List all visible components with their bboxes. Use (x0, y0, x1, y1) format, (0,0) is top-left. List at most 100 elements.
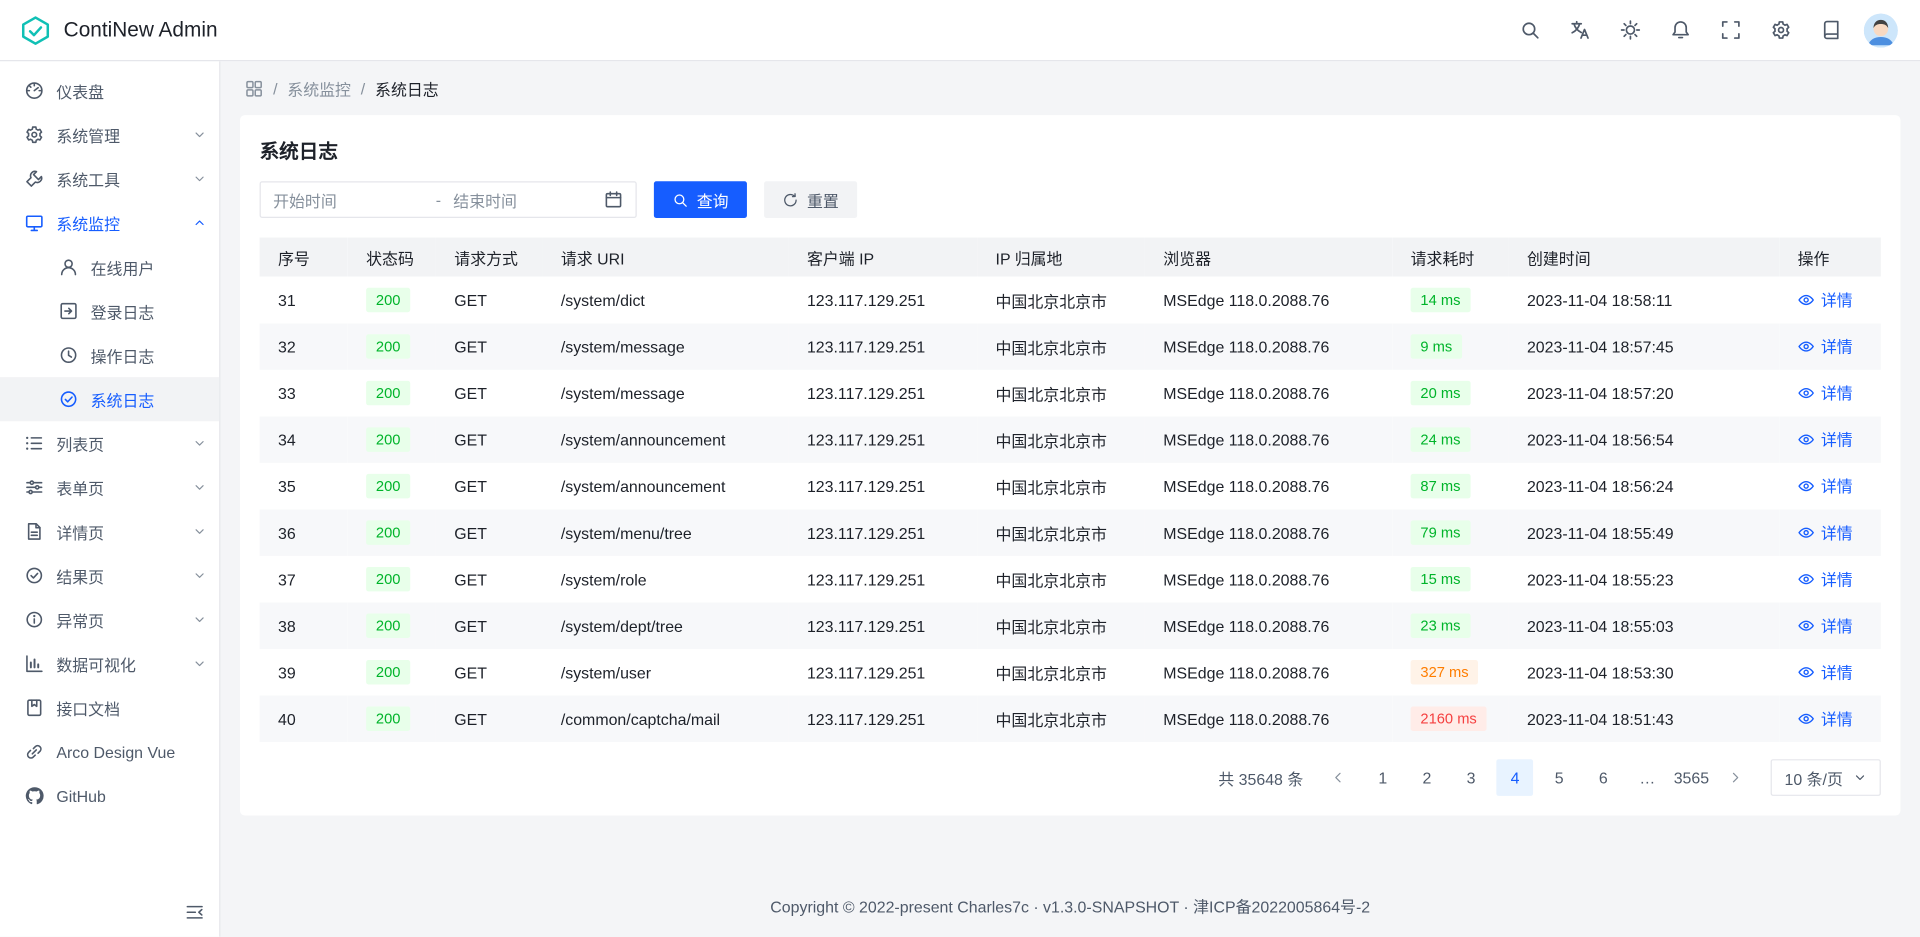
sidebar-item-list[interactable]: 列表页 (0, 421, 219, 465)
reset-button[interactable]: 重置 (764, 181, 857, 218)
sidebar-item-github[interactable]: GitHub (0, 774, 219, 818)
eye-icon (1798, 617, 1815, 634)
cell-method: GET (436, 602, 543, 649)
chevron-down-icon (192, 436, 207, 451)
cell-method: GET (436, 416, 543, 463)
sidebar-item-label: 接口文档 (56, 696, 120, 719)
sidebar-item-label: 在线用户 (91, 255, 155, 278)
sidebar-item-audit[interactable]: 系统日志 (0, 377, 219, 421)
cell-method: GET (436, 649, 543, 696)
detail-link[interactable]: 详情 (1798, 660, 1853, 683)
status-code-badge: 200 (366, 288, 410, 312)
tool-icon (24, 169, 44, 189)
translate-button[interactable] (1560, 10, 1599, 49)
detail-link[interactable]: 详情 (1798, 428, 1853, 451)
search-icon (672, 192, 688, 208)
sidebar-item-form[interactable]: 表单页 (0, 465, 219, 509)
chevron-down-icon (192, 480, 207, 495)
search-button[interactable]: 查询 (654, 181, 747, 218)
sidebar-item-gear[interactable]: 系统管理 (0, 113, 219, 157)
sidebar-item-user[interactable]: 在线用户 (0, 245, 219, 289)
chevron-down-icon (192, 612, 207, 627)
sidebar-item-dashboard[interactable]: 仪表盘 (0, 69, 219, 113)
cell-index: 37 (260, 556, 348, 603)
cell-browser: MSEdge 118.0.2088.76 (1145, 509, 1392, 556)
cell-client-ip: 123.117.129.251 (789, 323, 978, 370)
page-button[interactable]: 1 (1364, 759, 1401, 796)
column-header: 序号 (260, 238, 348, 277)
chart-icon (24, 654, 44, 674)
sidebar-item-doc[interactable]: 接口文档 (0, 686, 219, 730)
sidebar-item-chart[interactable]: 数据可视化 (0, 642, 219, 686)
cell-browser: MSEdge 118.0.2088.76 (1145, 277, 1392, 324)
detail-link[interactable]: 详情 (1798, 707, 1853, 730)
eye-icon (1798, 431, 1815, 448)
page-button[interactable]: 3565 (1673, 759, 1710, 796)
cell-uri: /system/announcement (542, 463, 788, 510)
page-size-select[interactable]: 10 条/页 (1771, 759, 1881, 796)
detail-link[interactable]: 详情 (1798, 381, 1853, 404)
sidebar-item-tool[interactable]: 系统工具 (0, 157, 219, 201)
copyright-text: Copyright © 2022-present Charles7c · v1.… (770, 898, 1370, 916)
page-button[interactable]: 3 (1453, 759, 1490, 796)
sidebar-item-label: 系统工具 (56, 167, 120, 190)
breadcrumb-item[interactable]: 系统监控 (287, 77, 351, 100)
range-separator: - (423, 190, 453, 208)
cell-uri: /system/dict (542, 277, 788, 324)
search-button[interactable] (1510, 10, 1549, 49)
gear-button[interactable] (1761, 10, 1800, 49)
page-button[interactable]: 2 (1409, 759, 1446, 796)
column-header: 请求耗时 (1392, 238, 1508, 277)
elapsed-time-badge: 20 ms (1411, 381, 1471, 405)
detail-link[interactable]: 详情 (1798, 567, 1853, 590)
cell-index: 35 (260, 463, 348, 510)
gear-icon (1770, 20, 1791, 41)
elapsed-time-badge: 9 ms (1411, 334, 1462, 358)
page-button[interactable]: 5 (1541, 759, 1578, 796)
cell-index: 31 (260, 277, 348, 324)
detail-link[interactable]: 详情 (1798, 474, 1853, 497)
sidebar-item-result[interactable]: 结果页 (0, 553, 219, 597)
cell-created-time: 2023-11-04 18:55:03 (1509, 602, 1780, 649)
sun-button[interactable] (1610, 10, 1649, 49)
detail-link[interactable]: 详情 (1798, 614, 1853, 637)
sidebar-item-label: 列表页 (56, 432, 104, 455)
sidebar-item-detail[interactable]: 详情页 (0, 509, 219, 553)
sidebar-item-label: 表单页 (56, 476, 104, 499)
breadcrumb-item[interactable]: 系统日志 (375, 77, 439, 100)
logo-icon (20, 14, 52, 46)
next-page-button[interactable] (1717, 759, 1754, 796)
user-avatar-button[interactable] (1861, 10, 1900, 49)
chevron-down-icon (192, 524, 207, 539)
sidebar-collapse-button[interactable] (185, 902, 205, 922)
prev-page-button[interactable] (1320, 759, 1357, 796)
fullscreen-button[interactable] (1711, 10, 1750, 49)
detail-link-label: 详情 (1821, 614, 1853, 637)
date-range-picker[interactable]: 开始时间 - 结束时间 (260, 181, 637, 218)
calendar-icon (604, 190, 624, 210)
sidebar-item-monitor[interactable]: 系统监控 (0, 201, 219, 245)
detail-link[interactable]: 详情 (1798, 288, 1853, 311)
bell-icon (1670, 20, 1691, 41)
app-logo[interactable]: ContiNew Admin (20, 14, 218, 46)
sidebar-item-exception[interactable]: 异常页 (0, 598, 219, 642)
elapsed-time-badge: 23 ms (1411, 613, 1471, 637)
sidebar-item-history[interactable]: 操作日志 (0, 333, 219, 377)
cell-created-time: 2023-11-04 18:57:20 (1509, 370, 1780, 417)
elapsed-time-badge: 2160 ms (1411, 707, 1487, 731)
bell-button[interactable] (1660, 10, 1699, 49)
detail-link-label: 详情 (1821, 288, 1853, 311)
sidebar-item-login-log[interactable]: 登录日志 (0, 289, 219, 333)
cell-uri: /system/menu/tree (542, 509, 788, 556)
sidebar-item-link[interactable]: Arco Design Vue (0, 730, 219, 774)
detail-link[interactable]: 详情 (1798, 521, 1853, 544)
book-button[interactable] (1811, 10, 1850, 49)
cell-browser: MSEdge 118.0.2088.76 (1145, 463, 1392, 510)
page-button[interactable]: 4 (1497, 759, 1534, 796)
detail-link[interactable]: 详情 (1798, 335, 1853, 358)
list-icon (24, 433, 44, 453)
cell-browser: MSEdge 118.0.2088.76 (1145, 370, 1392, 417)
pagination-ellipsis[interactable]: … (1629, 759, 1666, 796)
cell-method: GET (436, 370, 543, 417)
page-button[interactable]: 6 (1585, 759, 1622, 796)
